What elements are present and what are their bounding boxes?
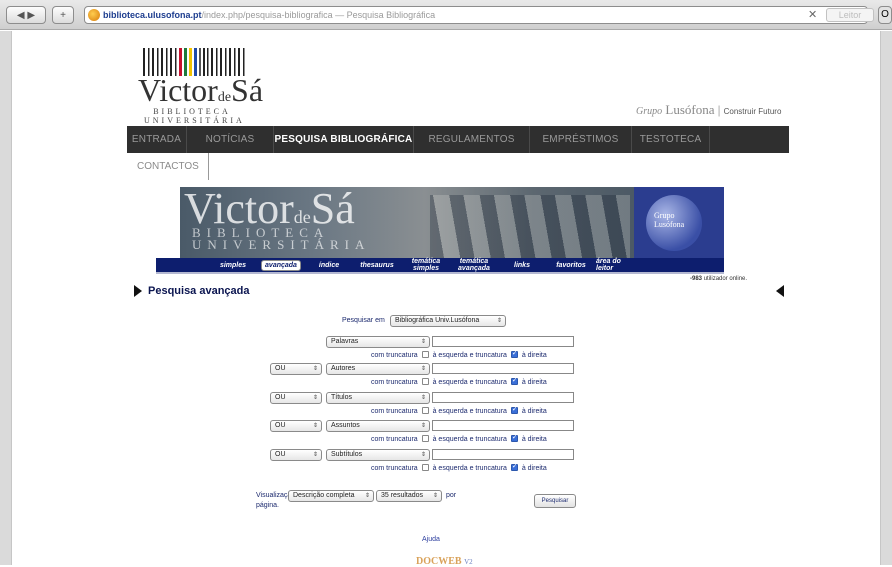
subnav-links[interactable]: links: [498, 262, 546, 269]
truncatura-row-2: com truncatura à esquerda e truncatura à…: [371, 376, 547, 386]
nav-noticias[interactable]: NOTÍCIAS: [187, 126, 274, 153]
por-label: por: [446, 492, 457, 499]
search-input-subtitulos[interactable]: [432, 449, 574, 460]
library-banner: VictordeSá BIBLIOTECA UNIVERSITÁRIA Grup…: [180, 187, 724, 259]
left-truncation-checkbox[interactable]: [421, 435, 429, 442]
right-truncation-checkbox[interactable]: [510, 349, 518, 358]
visualizacao-select[interactable]: Descrição completa ⇕: [288, 490, 374, 502]
truncatura-row-4: com truncatura à esquerda e truncatura à…: [371, 433, 547, 443]
subnav-area-do-leitor[interactable]: área do leitor: [596, 258, 640, 272]
truncatura-row-1: com truncatura à esquerda e truncatura à…: [371, 349, 547, 359]
resultados-select[interactable]: 35 resultados ⇕: [376, 490, 442, 502]
reader-button[interactable]: Leitor: [826, 8, 874, 22]
operator-select-2[interactable]: OU ⇕: [270, 363, 322, 375]
docweb-logo: DOCWEB V2: [416, 556, 473, 567]
truncatura-row-3: com truncatura à esquerda e truncatura à…: [371, 405, 547, 415]
right-truncation-checkbox[interactable]: [510, 376, 518, 385]
section-title: Pesquisa avançada: [148, 285, 250, 297]
grupo-lusofona-logo[interactable]: Grupo Lusófona | Construir Futuro: [636, 102, 781, 118]
ajuda-link[interactable]: Ajuda: [422, 536, 440, 543]
lusofona-badge: Grupo Lusófona: [634, 187, 724, 259]
logo-title[interactable]: VictordeSá: [138, 72, 263, 109]
browser-toolbar: ◀ ▶ + biblioteca.ulusofona.pt/index.php/…: [0, 0, 892, 30]
field-select-assuntos[interactable]: Assuntos ⇕: [326, 420, 430, 432]
truncatura-row-5: com truncatura à esquerda e truncatura à…: [371, 462, 547, 472]
address-bar[interactable]: biblioteca.ulusofona.pt/index.php/pesqui…: [84, 6, 868, 24]
subnav-tematica-simples[interactable]: temática simples: [402, 258, 450, 272]
field-select-titulos[interactable]: Títulos ⇕: [326, 392, 430, 404]
subnav-indice[interactable]: índice: [306, 262, 352, 269]
search-input-assuntos[interactable]: [432, 420, 574, 431]
url-path: /index.php/pesquisa-bibliografica: [201, 10, 333, 20]
url-host: biblioteca.ulusofona.pt: [103, 10, 202, 20]
nav-regulamentos[interactable]: REGULAMENTOS: [414, 126, 530, 153]
nav-testoteca[interactable]: TESTOTECA: [632, 126, 710, 153]
operator-select-4[interactable]: OU ⇕: [270, 420, 322, 432]
banner-subtitle: BIBLIOTECA UNIVERSITÁRIA: [192, 225, 371, 252]
stop-icon[interactable]: ✕: [808, 8, 817, 21]
triangle-left-icon: [776, 285, 784, 297]
right-truncation-checkbox[interactable]: [510, 405, 518, 414]
field-select-autores[interactable]: Autores ⇕: [326, 363, 430, 375]
left-margin: [0, 31, 12, 565]
subnav-tematica-avancada[interactable]: temática avançada: [450, 258, 498, 272]
right-margin: [880, 31, 892, 565]
left-truncation-checkbox[interactable]: [421, 407, 429, 414]
left-truncation-checkbox[interactable]: [421, 464, 429, 471]
search-input-titulos[interactable]: [432, 392, 574, 403]
subnav-thesaurus[interactable]: thesaurus: [352, 262, 402, 269]
left-truncation-checkbox[interactable]: [421, 351, 429, 358]
triangle-right-icon: [134, 285, 142, 297]
nav-pesquisa-bibliografica[interactable]: PESQUISA BIBLIOGRÁFICA: [274, 126, 414, 153]
pagina-label: página.: [256, 502, 279, 509]
subnav-favoritos[interactable]: favoritos: [546, 262, 596, 269]
right-truncation-checkbox[interactable]: [510, 462, 518, 471]
main-nav: ENTRADA NOTÍCIAS PESQUISA BIBLIOGRÁFICA …: [127, 126, 789, 153]
add-bookmark-button[interactable]: +: [52, 6, 74, 24]
operator-select-3[interactable]: OU ⇕: [270, 392, 322, 404]
field-select-subtitulos[interactable]: Subtítulos ⇕: [326, 449, 430, 461]
search-subnav: simples avançada índice thesaurus temáti…: [156, 258, 724, 272]
nav-contactos[interactable]: CONTACTOS: [127, 153, 209, 180]
pesquisar-button[interactable]: Pesquisar: [534, 494, 576, 508]
nav-entrada[interactable]: ENTRADA: [127, 126, 187, 153]
favicon-icon: [88, 9, 100, 21]
subnav-stripe: [156, 272, 724, 274]
back-forward-buttons[interactable]: ◀ ▶: [6, 6, 46, 24]
left-truncation-checkbox[interactable]: [421, 378, 429, 385]
search-input-palavras[interactable]: [432, 336, 574, 347]
right-truncation-checkbox[interactable]: [510, 433, 518, 442]
nav-empty: [710, 126, 789, 153]
nav-emprestimos[interactable]: EMPRÉSTIMOS: [530, 126, 632, 153]
field-select-palavras[interactable]: Palavras ⇕: [326, 336, 430, 348]
students-photo: [430, 195, 630, 259]
pesquisar-em-select[interactable]: Bibliográfica Univ.Lusófona ⇕: [390, 315, 506, 327]
search-input-autores[interactable]: [432, 363, 574, 374]
menu-button[interactable]: O: [878, 6, 892, 24]
subnav-simples[interactable]: simples: [210, 262, 256, 269]
logo-subtitle: BIBLIOTECA UNIVERSITÁRIA: [144, 107, 245, 125]
page-title: — Pesquisa Bibliográfica: [335, 10, 436, 20]
online-users: -983 utilizador online.: [690, 276, 748, 282]
subnav-avancada[interactable]: avançada: [261, 259, 301, 271]
pesquisar-em-label: Pesquisar em: [342, 317, 385, 324]
operator-select-5[interactable]: OU ⇕: [270, 449, 322, 461]
